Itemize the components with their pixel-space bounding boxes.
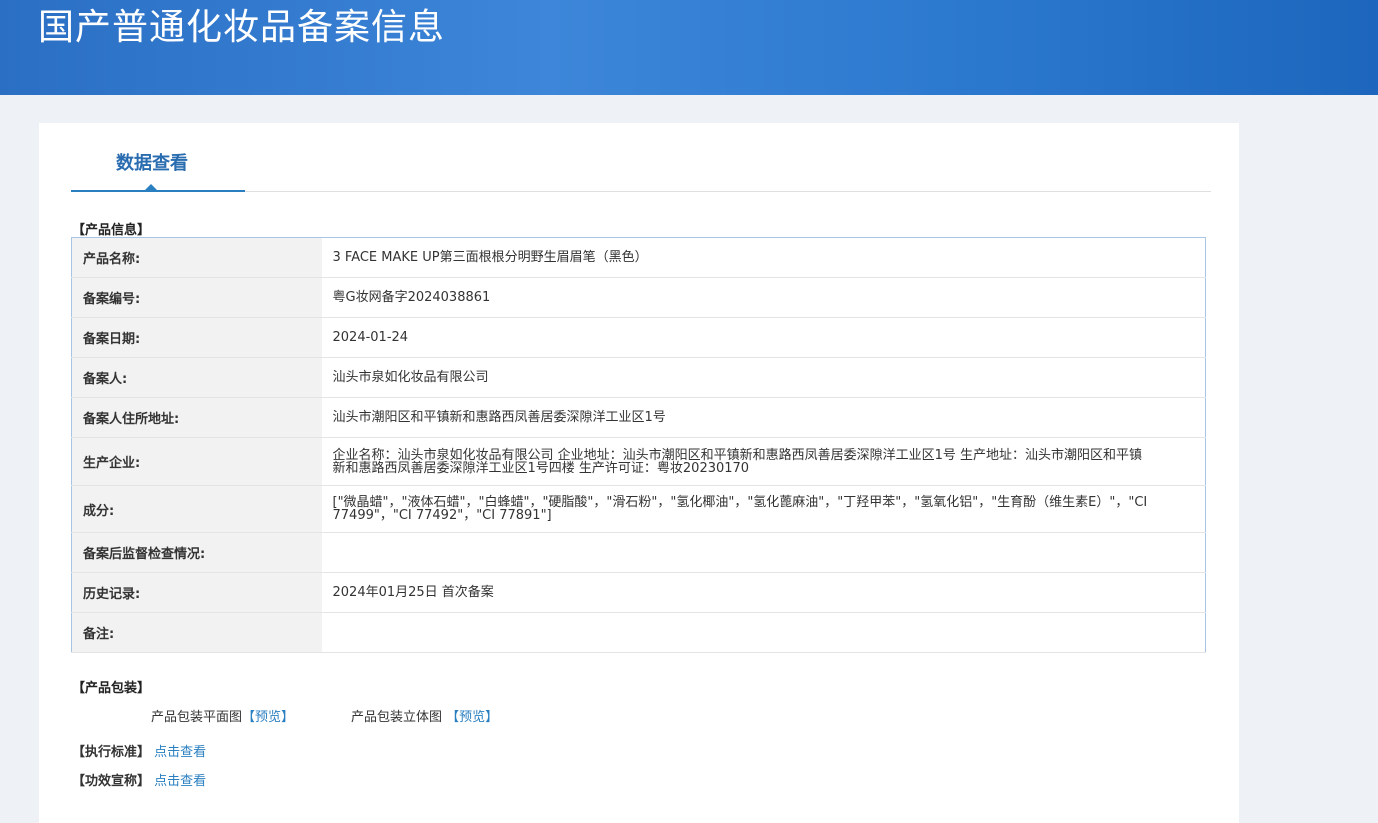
row-label: 备案人住所地址: xyxy=(71,397,322,438)
content-card: 数据查看 【产品信息】 产品名称: 3 FACE MAKE UP第三面根根分明野生… xyxy=(39,123,1239,823)
packaging-heading: 【产品包装】 xyxy=(72,681,151,696)
tab-underline xyxy=(71,190,245,192)
row-label: 备案编号: xyxy=(71,277,322,318)
row-value: 企业名称：汕头市泉如化妆品有限公司 企业地址：汕头市潮阳区和平镇新和惠路西凤善居… xyxy=(321,437,1206,486)
efficacy-label: 【功效宣称】 xyxy=(72,774,151,789)
table-row: 生产企业: 企业名称：汕头市泉如化妆品有限公司 企业地址：汕头市潮阳区和平镇新和惠… xyxy=(71,437,1206,486)
row-value xyxy=(321,612,1206,653)
table-row: 备注: xyxy=(71,612,1206,653)
row-label: 生产企业: xyxy=(71,437,322,486)
product-info-table: 产品名称: 3 FACE MAKE UP第三面根根分明野生眉眉笔（黑色） 备案编号… xyxy=(71,237,1206,653)
packaging-solid-label: 产品包装立体图 xyxy=(351,710,443,725)
row-value: 2024年01月25日 首次备案 xyxy=(321,572,1206,613)
row-value: 汕头市泉如化妆品有限公司 xyxy=(321,357,1206,398)
page-title: 国产普通化妆品备案信息 xyxy=(38,7,446,48)
row-label: 备注: xyxy=(71,612,322,653)
table-row: 备案日期: 2024-01-24 xyxy=(71,317,1206,358)
table-row: 备案人: 汕头市泉如化妆品有限公司 xyxy=(71,357,1206,398)
table-row: 历史记录: 2024年01月25日 首次备案 xyxy=(71,572,1206,613)
table-row: 备案后监督检查情况: xyxy=(71,532,1206,573)
product-info-heading: 【产品信息】 xyxy=(72,223,151,238)
row-value: 3 FACE MAKE UP第三面根根分明野生眉眉笔（黑色） xyxy=(321,237,1206,278)
row-label: 历史记录: xyxy=(71,572,322,613)
table-row: 成分: ["微晶蜡"，"液体石蜡"，"白蜂蜡"，"硬脂酸"，"滑石粉"，"氢化椰油… xyxy=(71,485,1206,533)
row-label: 备案人: xyxy=(71,357,322,398)
table-row: 产品名称: 3 FACE MAKE UP第三面根根分明野生眉眉笔（黑色） xyxy=(71,237,1206,278)
standard-row: 【执行标准】 点击查看 xyxy=(72,741,206,760)
table-row: 备案人住所地址: 汕头市潮阳区和平镇新和惠路西凤善居委深隙洋工业区1号 xyxy=(71,397,1206,438)
standard-label: 【执行标准】 xyxy=(72,745,151,760)
packaging-solid-preview-link[interactable]: 【预览】 xyxy=(446,710,498,725)
efficacy-row: 【功效宣称】 点击查看 xyxy=(72,770,206,789)
header-banner: 国产普通化妆品备案信息 xyxy=(0,0,1378,95)
row-label: 备案日期: xyxy=(71,317,322,358)
tab-data-view[interactable]: 数据查看 xyxy=(116,149,188,175)
row-value: ["微晶蜡"，"液体石蜡"，"白蜂蜡"，"硬脂酸"，"滑石粉"，"氢化椰油"，"… xyxy=(321,485,1206,533)
row-label: 产品名称: xyxy=(71,237,322,278)
standard-view-link[interactable]: 点击查看 xyxy=(154,745,206,760)
row-value xyxy=(321,532,1206,573)
packaging-flat-preview-link[interactable]: 【预览】 xyxy=(242,710,294,725)
tab-caret-icon xyxy=(145,184,157,190)
row-value: 汕头市潮阳区和平镇新和惠路西凤善居委深隙洋工业区1号 xyxy=(321,397,1206,438)
row-value: 2024-01-24 xyxy=(321,317,1206,358)
packaging-flat: 产品包装平面图【预览】 xyxy=(151,706,294,725)
packaging-flat-label: 产品包装平面图 xyxy=(151,710,243,725)
packaging-solid: 产品包装立体图 【预览】 xyxy=(351,706,498,725)
row-label: 备案后监督检查情况: xyxy=(71,532,322,573)
efficacy-view-link[interactable]: 点击查看 xyxy=(154,774,206,789)
row-value: 粤G妆网备字2024038861 xyxy=(321,277,1206,318)
divider xyxy=(245,191,1211,192)
row-label: 成分: xyxy=(71,485,322,533)
table-row: 备案编号: 粤G妆网备字2024038861 xyxy=(71,277,1206,318)
